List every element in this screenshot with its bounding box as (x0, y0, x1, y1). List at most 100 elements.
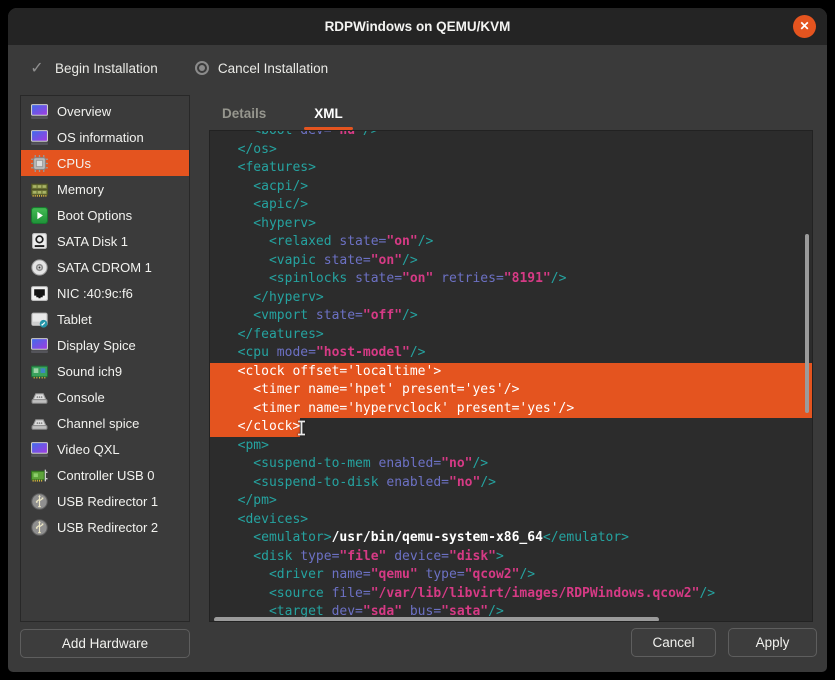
code-line: <acpi/> (222, 178, 812, 197)
code-line: <vmport state="off"/> (222, 307, 812, 326)
xml-code: <boot dev='hd'/> </os> <features> <acpi/… (210, 130, 812, 622)
sidebar-list: Overview OS information CPUs Memory Boot Opt… (20, 95, 190, 622)
tab-xml[interactable]: XML (304, 100, 353, 130)
cancel-installation-icon (195, 61, 209, 75)
code-line: <timer name='hpet' present='yes'/> (210, 381, 812, 400)
code-line: <suspend-to-mem enabled="no"/> (222, 455, 812, 474)
code-line: <boot dev='hd'/> (222, 130, 812, 141)
code-line: </disk> (222, 622, 812, 623)
sidebar-item-label: Controller USB 0 (57, 468, 155, 483)
sidebar-item-display-spice[interactable]: Display Spice (21, 332, 189, 358)
tab-xml-label: XML (314, 106, 343, 121)
code-line: <source file="/var/lib/libvirt/images/RD… (222, 585, 812, 604)
code-line: <hyperv> (222, 215, 812, 234)
code-line: <vapic state="on"/> (222, 252, 812, 271)
sidebar-item-label: Video QXL (57, 442, 120, 457)
sidebar-item-os-information[interactable]: OS information (21, 124, 189, 150)
cancel-button[interactable]: Cancel (631, 628, 716, 657)
window-title: RDPWindows on QEMU/KVM (8, 8, 827, 45)
sidebar-item-label: Boot Options (57, 208, 132, 223)
code-line: <cpu mode="host-model"/> (222, 344, 812, 363)
code-line: <timer name='hypervclock' present='yes'/… (210, 400, 812, 419)
sidebar-item-label: Tablet (57, 312, 92, 327)
boot-play-icon (30, 206, 48, 224)
code-line: </pm> (222, 492, 812, 511)
add-hardware-button[interactable]: Add Hardware (20, 629, 190, 658)
close-icon[interactable]: ✕ (793, 15, 816, 38)
sidebar-item-label: Channel spice (57, 416, 139, 431)
vertical-scrollbar[interactable] (805, 234, 809, 413)
begin-installation-button[interactable]: ✓ Begin Installation (28, 58, 158, 78)
begin-installation-label: Begin Installation (55, 61, 158, 76)
sidebar-item-label: Memory (57, 182, 104, 197)
sidebar-item-cpus[interactable]: CPUs (21, 150, 189, 176)
monitor-icon (30, 336, 48, 354)
sidebar-item-tablet[interactable]: Tablet (21, 306, 189, 332)
cancel-installation-label: Cancel Installation (218, 61, 328, 76)
code-line: <apic/> (222, 196, 812, 215)
sidebar-item-boot-options[interactable]: Boot Options (21, 202, 189, 228)
usb-controller-icon (30, 466, 48, 484)
code-line: <emulator>/usr/bin/qemu-system-x86_64</e… (222, 529, 812, 548)
monitor-icon (30, 440, 48, 458)
sidebar-item-channel-spice[interactable]: Channel spice (21, 410, 189, 436)
sidebar-item-memory[interactable]: Memory (21, 176, 189, 202)
sidebar-item-console[interactable]: Console (21, 384, 189, 410)
code-line: </clock> (222, 418, 812, 437)
code-line: <features> (222, 159, 812, 178)
sidebar-item-label: SATA CDROM 1 (57, 260, 152, 275)
code-line: </hyperv> (222, 289, 812, 308)
serial-port-icon (30, 414, 48, 432)
usb-icon (30, 492, 48, 510)
sidebar-item-sata-cdrom-1[interactable]: SATA CDROM 1 (21, 254, 189, 280)
sidebar-item-label: Console (57, 390, 105, 405)
code-line: <suspend-to-disk enabled="no"/> (222, 474, 812, 493)
text-cursor-icon (296, 420, 307, 436)
code-line: <driver name="qemu" type="qcow2"/> (222, 566, 812, 585)
serial-port-icon (30, 388, 48, 406)
sidebar-item-label: Display Spice (57, 338, 136, 353)
sidebar-item-sata-disk-1[interactable]: SATA Disk 1 (21, 228, 189, 254)
toolbar: ✓ Begin Installation Cancel Installation (8, 45, 827, 91)
code-line: <devices> (222, 511, 812, 530)
code-line: <disk type="file" device="disk"> (222, 548, 812, 567)
vm-details-window: RDPWindows on QEMU/KVM ✕ ✓ Begin Install… (8, 8, 827, 672)
code-line: <spinlocks state="on" retries="8191"/> (222, 270, 812, 289)
checkmark-icon: ✓ (28, 58, 46, 78)
tab-details[interactable]: Details (212, 100, 276, 130)
code-line: <pm> (222, 437, 812, 456)
sidebar-item-video-qxl[interactable]: Video QXL (21, 436, 189, 462)
tab-bar: Details XML (209, 100, 353, 130)
disk-icon (30, 232, 48, 250)
sidebar-item-label: Overview (57, 104, 111, 119)
sidebar-item-label: USB Redirector 2 (57, 520, 158, 535)
sidebar-item-sound-ich9[interactable]: Sound ich9 (21, 358, 189, 384)
apply-button[interactable]: Apply (728, 628, 817, 657)
sound-card-icon (30, 362, 48, 380)
sidebar-item-usb-redirector-2[interactable]: USB Redirector 2 (21, 514, 189, 540)
sidebar-item-label: CPUs (57, 156, 91, 171)
selection-highlight: </clock> (210, 418, 300, 437)
memory-icon (30, 180, 48, 198)
sidebar-item-overview[interactable]: Overview (21, 98, 189, 124)
xml-editor[interactable]: <boot dev='hd'/> </os> <features> <acpi/… (209, 130, 813, 622)
nic-icon (30, 284, 48, 302)
code-line: <clock offset='localtime'> (210, 363, 812, 382)
code-line: <relaxed state="on"/> (222, 233, 812, 252)
tablet-icon (30, 310, 48, 328)
code-line: </features> (222, 326, 812, 345)
cancel-installation-button[interactable]: Cancel Installation (195, 61, 328, 76)
monitor-icon (30, 128, 48, 146)
code-line: </os> (222, 141, 812, 160)
horizontal-scrollbar[interactable] (214, 617, 659, 622)
sidebar-item-nic-40-9c-f6[interactable]: NIC :40:9c:f6 (21, 280, 189, 306)
sidebar-item-controller-usb-0[interactable]: Controller USB 0 (21, 462, 189, 488)
titlebar: RDPWindows on QEMU/KVM ✕ (8, 8, 827, 45)
monitor-icon (30, 102, 48, 120)
usb-icon (30, 518, 48, 536)
sidebar-item-label: NIC :40:9c:f6 (57, 286, 133, 301)
sidebar-item-label: USB Redirector 1 (57, 494, 158, 509)
sidebar-item-usb-redirector-1[interactable]: USB Redirector 1 (21, 488, 189, 514)
cdrom-icon (30, 258, 48, 276)
sidebar-item-label: OS information (57, 130, 144, 145)
